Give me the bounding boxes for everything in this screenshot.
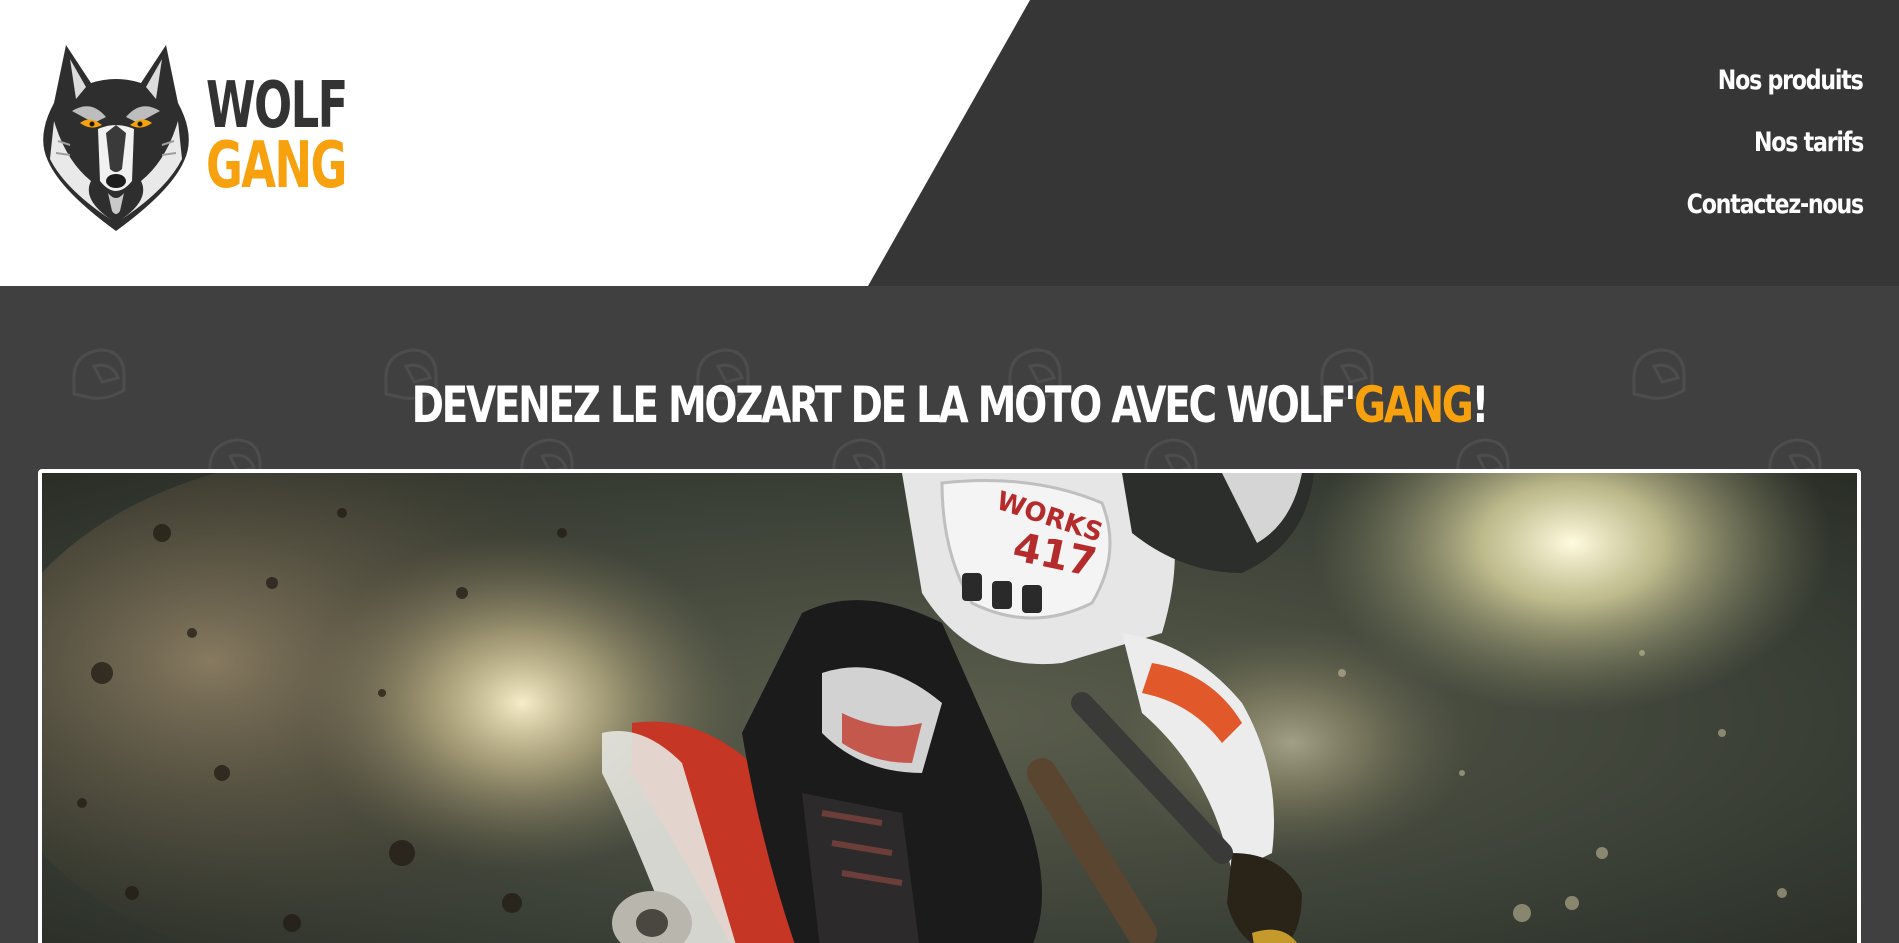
site-header: WOLF GANG Nos produits Nos tarifs Contac… [0, 0, 1899, 286]
headline-suffix: ! [1471, 375, 1490, 434]
headline-text: DEVENEZ LE MOZART DE LA MOTO AVEC WOLF' [411, 375, 1357, 434]
nav-link-contact[interactable]: Contactez-nous [1687, 174, 1864, 236]
logo-word-gang: GANG [206, 129, 347, 203]
site-logo[interactable]: WOLF GANG [36, 36, 356, 236]
page-headline: DEVENEZ LE MOZART DE LA MOTO AVEC WOLF'G… [0, 375, 1899, 435]
main-nav: Nos produits Nos tarifs Contactez-nous [1648, 50, 1864, 236]
nav-link-produits[interactable]: Nos produits [1718, 50, 1864, 112]
hero-image: WORKS 417 [38, 469, 1861, 943]
logo-word-wolf: WOLF [206, 69, 348, 143]
headline-accent: GANG [1354, 375, 1474, 434]
wolf-head-icon [43, 45, 189, 231]
logo-wordmark: WOLF GANG [206, 69, 387, 203]
motocross-rider-photo: WORKS 417 [42, 473, 1857, 943]
nav-link-tarifs[interactable]: Nos tarifs [1754, 112, 1864, 174]
main-content: DEVENEZ LE MOZART DE LA MOTO AVEC WOLF'G… [0, 286, 1899, 943]
